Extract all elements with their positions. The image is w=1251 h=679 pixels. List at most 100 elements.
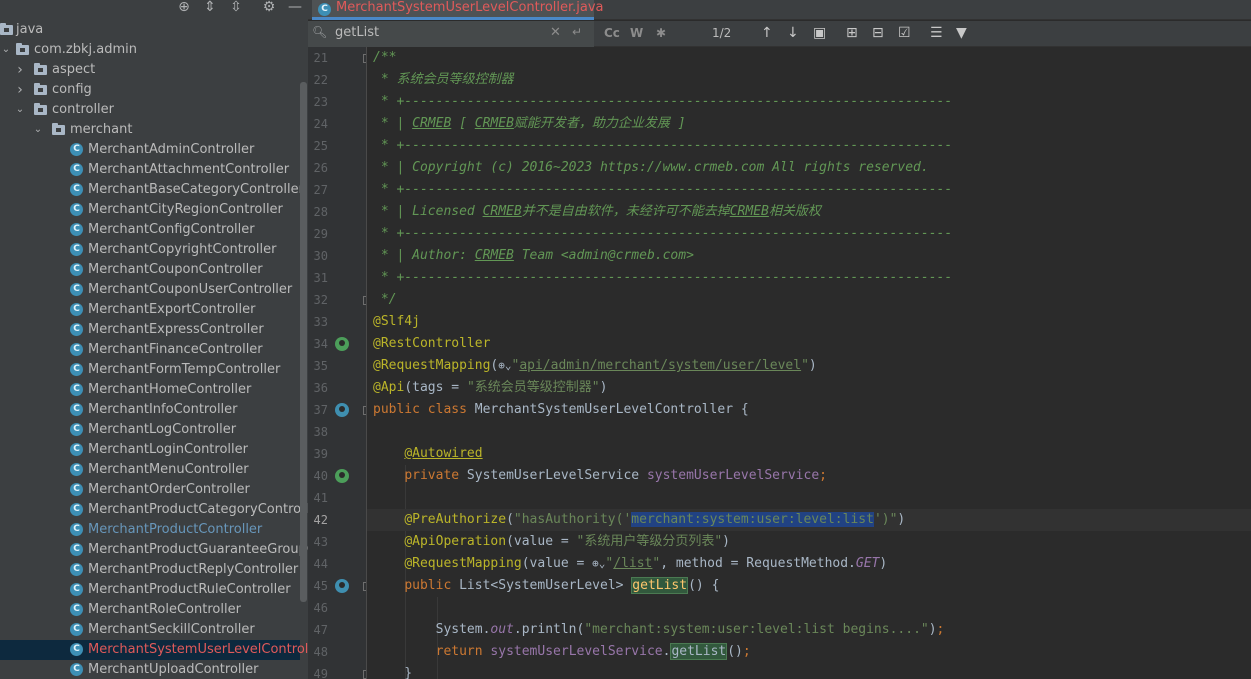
line-number[interactable]: 23 [308,91,328,113]
project-scrollbar[interactable] [300,82,307,602]
code-line[interactable]: * +-------------------------------------… [373,223,952,245]
clear-search-icon[interactable]: ✕ [550,25,561,40]
code-line[interactable]: @RequestMapping(⊕⌄"api/admin/merchant/sy… [373,355,817,377]
gear-icon[interactable]: ⚙ [260,0,278,16]
collapse-all-icon[interactable]: ⇳ [227,0,245,16]
select-all-occurrences-icon[interactable]: ▣ [813,25,826,41]
tree-class-item[interactable]: C MerchantCouponController [0,260,300,280]
bean-navigation-icon[interactable] [335,403,349,417]
line-number[interactable]: 31 [308,267,328,289]
tree-class-item[interactable]: C MerchantOrderController [0,480,300,500]
tree-class-item[interactable]: C MerchantProductReplyController [0,560,300,580]
tree-class-item[interactable]: C MerchantFormTempController [0,360,300,380]
tree-class-item[interactable]: C MerchantUploadController [0,660,300,679]
line-number[interactable]: 43 [308,531,328,553]
line-number[interactable]: 44 [308,553,328,575]
tree-class-item[interactable]: C MerchantInfoController [0,400,300,420]
previous-occurrence-icon[interactable]: ↑ [761,25,773,41]
line-number[interactable]: 49 [308,663,328,679]
chevron-right-icon[interactable]: › [14,80,26,100]
tree-folder[interactable]: › config [0,80,300,100]
line-number[interactable]: 41 [308,487,328,509]
line-number[interactable]: 39 [308,443,328,465]
tree-class-item[interactable]: C MerchantMenuController [0,460,300,480]
spring-bean-icon[interactable] [335,469,349,483]
line-number[interactable]: 38 [308,421,328,443]
target-icon[interactable]: ⊕ [175,0,193,16]
tree-class-item[interactable]: C MerchantProductCategoryController [0,500,308,520]
whole-words-toggle[interactable]: W [630,26,643,40]
filter-icon[interactable]: ▼ [956,25,967,41]
code-line[interactable]: * | Licensed CRMEB并不是自由软件，未经许可不能去掉CRMEB相… [373,201,821,223]
line-number[interactable]: 26 [308,157,328,179]
code-line[interactable]: System.out.println("merchant:system:user… [373,619,945,641]
code-line[interactable]: private SystemUserLevelService systemUse… [373,465,827,487]
line-number[interactable]: 36 [308,377,328,399]
line-number[interactable]: 34 [308,333,328,355]
tree-class-item[interactable]: C MerchantSystemUserLevelController [0,640,308,660]
chevron-down-icon[interactable]: ⌄ [0,40,12,60]
add-selection-icon[interactable]: ⊞ [846,25,858,41]
line-number[interactable]: 33 [308,311,328,333]
unselect-occurrence-icon[interactable]: ⊟ [872,25,884,41]
code-line[interactable]: @RestController [373,333,490,355]
tree-class-item[interactable]: C MerchantLogController [0,420,300,440]
tree-class-item[interactable]: C MerchantCouponUserController [0,280,300,300]
search-query[interactable]: getList [335,25,379,40]
chevron-down-icon[interactable]: ⌄ [32,120,44,140]
tree-class-item[interactable]: C MerchantProductRuleController [0,580,300,600]
tree-class-item[interactable]: C MerchantProductGuaranteeGroupController [0,540,308,560]
chevron-down-icon[interactable]: ⌄ [14,100,26,120]
code-line[interactable]: * | Author: CRMEB Team <admin@crmeb.com> [373,245,694,267]
code-line[interactable]: public class MerchantSystemUserLevelCont… [373,399,749,421]
line-number[interactable]: 32 [308,289,328,311]
bean-navigation-icon[interactable] [335,579,349,593]
line-number[interactable]: 22 [308,69,328,91]
line-number[interactable]: 46 [308,597,328,619]
line-number[interactable]: 30 [308,245,328,267]
open-in-window-icon[interactable]: ☰ [930,25,943,41]
line-number[interactable]: 45 [308,575,328,597]
code-line[interactable]: @RequestMapping(value = ⊕⌄"/list", metho… [373,553,887,575]
code-line[interactable]: return systemUserLevelService.getList(); [373,641,751,663]
tab-merchant-system-user-level-controller[interactable]: C MerchantSystemUserLevelController.java [312,0,604,20]
tree-class-item[interactable]: C MerchantRoleController [0,600,300,620]
code-line[interactable]: @ApiOperation(value = "系统用户等级分页列表") [373,531,730,553]
tree-class-item[interactable]: C MerchantBaseCategoryController [0,180,304,200]
search-input[interactable]: 🔍︎ getList ✕ ↵ [308,21,594,47]
line-number[interactable]: 25 [308,135,328,157]
line-number[interactable]: 21 [308,47,328,69]
tree-class-item[interactable]: C MerchantLoginController [0,440,300,460]
line-number[interactable]: 42 [308,509,328,531]
tree-class-item[interactable]: C MerchantExpressController [0,320,300,340]
line-number[interactable]: 27 [308,179,328,201]
line-number[interactable]: 28 [308,201,328,223]
spring-bean-icon[interactable] [335,337,349,351]
line-number[interactable]: 35 [308,355,328,377]
tree-class-item[interactable]: C MerchantHomeController [0,380,300,400]
code-line[interactable]: @Slf4j [373,311,420,333]
code-line[interactable]: @Api(tags = "系统会员等级控制器") [373,377,607,399]
tree-class-item[interactable]: C MerchantCopyrightController [0,240,300,260]
line-number[interactable]: 48 [308,641,328,663]
code-line[interactable]: * +-------------------------------------… [373,179,952,201]
code-line[interactable]: * +-------------------------------------… [373,91,952,113]
tree-folder[interactable]: java [0,20,300,40]
tree-folder[interactable]: ⌄ merchant [0,120,300,140]
line-number[interactable]: 29 [308,223,328,245]
code-line[interactable]: * 系统会员等级控制器 [373,69,514,91]
code-line[interactable]: @Autowired [373,443,482,465]
code-line[interactable]: */ [373,289,397,311]
code-line[interactable]: * | CRMEB [ CRMEB赋能开发者，助力企业发展 ] [373,113,686,135]
code-line[interactable]: public List<SystemUserLevel> getList() { [373,575,719,597]
code-editor[interactable]: /** * 系统会员等级控制器 * +---------------------… [367,47,1251,679]
new-line-icon[interactable]: ↵ [572,25,582,39]
current-code-line[interactable]: @PreAuthorize("hasAuthority('merchant:sy… [367,509,1251,531]
line-number[interactable]: 40 [308,465,328,487]
tree-class-item[interactable]: C MerchantAdminController [0,140,300,160]
chevron-right-icon[interactable]: › [14,60,26,80]
line-number[interactable]: 37 [308,399,328,421]
code-line[interactable]: * +-------------------------------------… [373,267,952,289]
code-line[interactable]: /** [373,47,396,69]
tree-class-item[interactable]: C MerchantCityRegionController [0,200,300,220]
